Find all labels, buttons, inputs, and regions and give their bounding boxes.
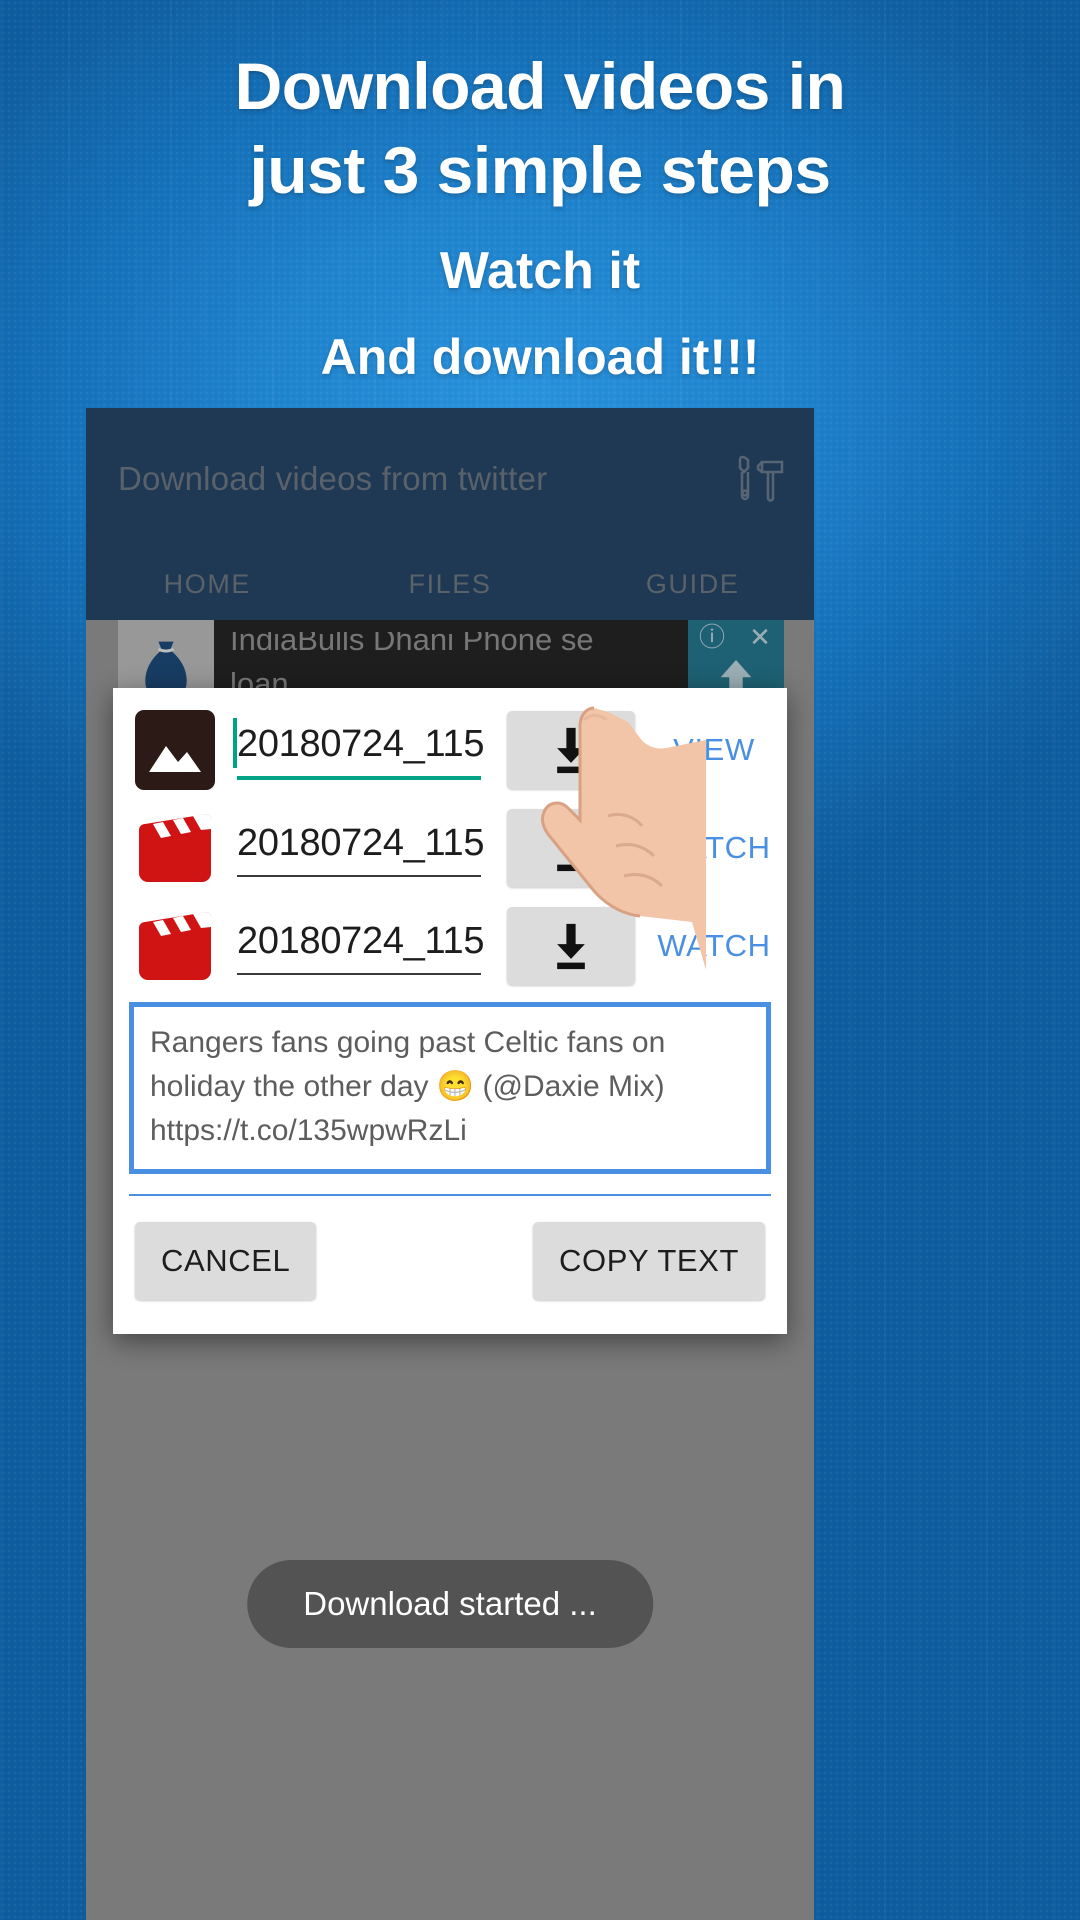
- video-file-icon: [135, 808, 215, 888]
- video-file-icon: [135, 906, 215, 986]
- filename-value: 20180724_115: [237, 822, 485, 864]
- filename-field[interactable]: 20180724_115: [233, 718, 485, 780]
- watch-link[interactable]: WATCH: [641, 928, 787, 964]
- download-button[interactable]: [507, 907, 635, 985]
- cancel-button[interactable]: CANCEL: [135, 1222, 317, 1300]
- filename-value: 20180724_115: [237, 723, 485, 765]
- tweet-text-input[interactable]: Rangers fans going past Celtic fans on h…: [129, 1002, 771, 1174]
- filename-value: 20180724_115: [237, 920, 485, 962]
- table-row: 20180724_115 WATCH: [113, 898, 787, 994]
- filename-field[interactable]: 20180724_115: [237, 819, 485, 877]
- promo-headline: Download videos in just 3 simple steps W…: [0, 44, 1080, 400]
- text-caret: [233, 718, 237, 768]
- table-row: 20180724_115 WATCH: [113, 800, 787, 896]
- table-row: 20180724_115 VIEW: [113, 702, 787, 798]
- promo-line-1: Download videos in: [234, 49, 846, 123]
- promo-line-2: just 3 simple steps: [249, 133, 831, 207]
- view-link[interactable]: VIEW: [641, 732, 787, 768]
- toast-message: Download started ...: [247, 1560, 653, 1648]
- tweet-text-value: Rangers fans going past Celtic fans on h…: [150, 1026, 666, 1147]
- app-screen: Download videos from twitter HOME FILES …: [86, 408, 814, 1920]
- download-dialog: 20180724_115 VIEW 20180724_115 WATCH 201…: [113, 688, 787, 1334]
- download-button[interactable]: [507, 809, 635, 887]
- download-button[interactable]: [507, 711, 635, 789]
- copy-text-button[interactable]: COPY TEXT: [533, 1222, 765, 1300]
- dialog-action-bar: CANCEL COPY TEXT: [113, 1196, 787, 1334]
- image-file-icon: [135, 710, 215, 790]
- promo-screenshot: Download videos in just 3 simple steps W…: [0, 0, 1080, 1920]
- filename-field[interactable]: 20180724_115: [237, 917, 485, 975]
- watch-link[interactable]: WATCH: [641, 830, 787, 866]
- promo-line-3: Watch it: [439, 242, 641, 300]
- promo-line-4: And download it!!!: [320, 329, 760, 385]
